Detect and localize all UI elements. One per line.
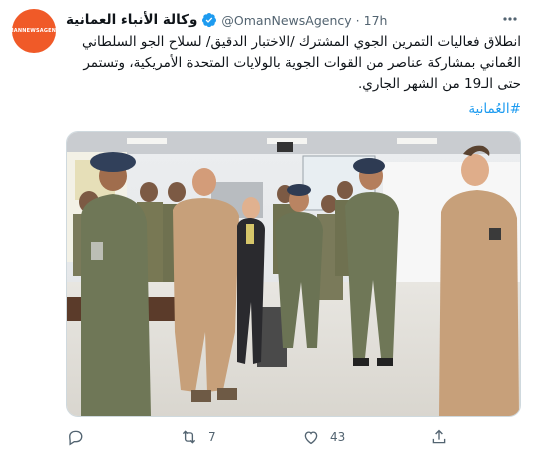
timestamp[interactable]: 17h bbox=[364, 13, 388, 28]
reply-button[interactable] bbox=[66, 426, 94, 448]
verified-badge-icon bbox=[202, 13, 217, 28]
avatar[interactable]: OMANNEWSAGENCY bbox=[4, 9, 64, 53]
photo-scene bbox=[67, 132, 520, 416]
hashtag-link[interactable]: #العُمانية bbox=[66, 101, 521, 117]
tweet-header: وكالة الأنباء العمانية @OmanNewsAgency ·… bbox=[66, 10, 490, 30]
display-name[interactable]: وكالة الأنباء العمانية bbox=[66, 12, 197, 28]
like-count: 43 bbox=[330, 430, 346, 444]
share-button[interactable] bbox=[430, 426, 448, 448]
tweet-actions: 7 43 bbox=[66, 426, 521, 450]
tweet-text: انطلاق فعاليات التمرين الجوي المشترك /ال… bbox=[82, 34, 521, 92]
more-options-icon[interactable] bbox=[501, 10, 519, 28]
like-button[interactable]: 43 bbox=[302, 426, 345, 448]
retweet-count: 7 bbox=[208, 430, 216, 444]
reply-icon bbox=[69, 430, 83, 446]
handle[interactable]: @OmanNewsAgency bbox=[221, 13, 351, 28]
share-icon bbox=[432, 429, 446, 444]
avatar-text: OMANNEWSAGENCY bbox=[4, 28, 64, 34]
tweet-photo[interactable] bbox=[66, 131, 521, 417]
retweet-icon bbox=[182, 430, 196, 444]
hashtag-text: #العُمانية bbox=[468, 101, 521, 117]
retweet-button[interactable]: 7 bbox=[180, 426, 216, 448]
separator-dot: · bbox=[355, 12, 360, 28]
heart-icon bbox=[304, 431, 318, 445]
